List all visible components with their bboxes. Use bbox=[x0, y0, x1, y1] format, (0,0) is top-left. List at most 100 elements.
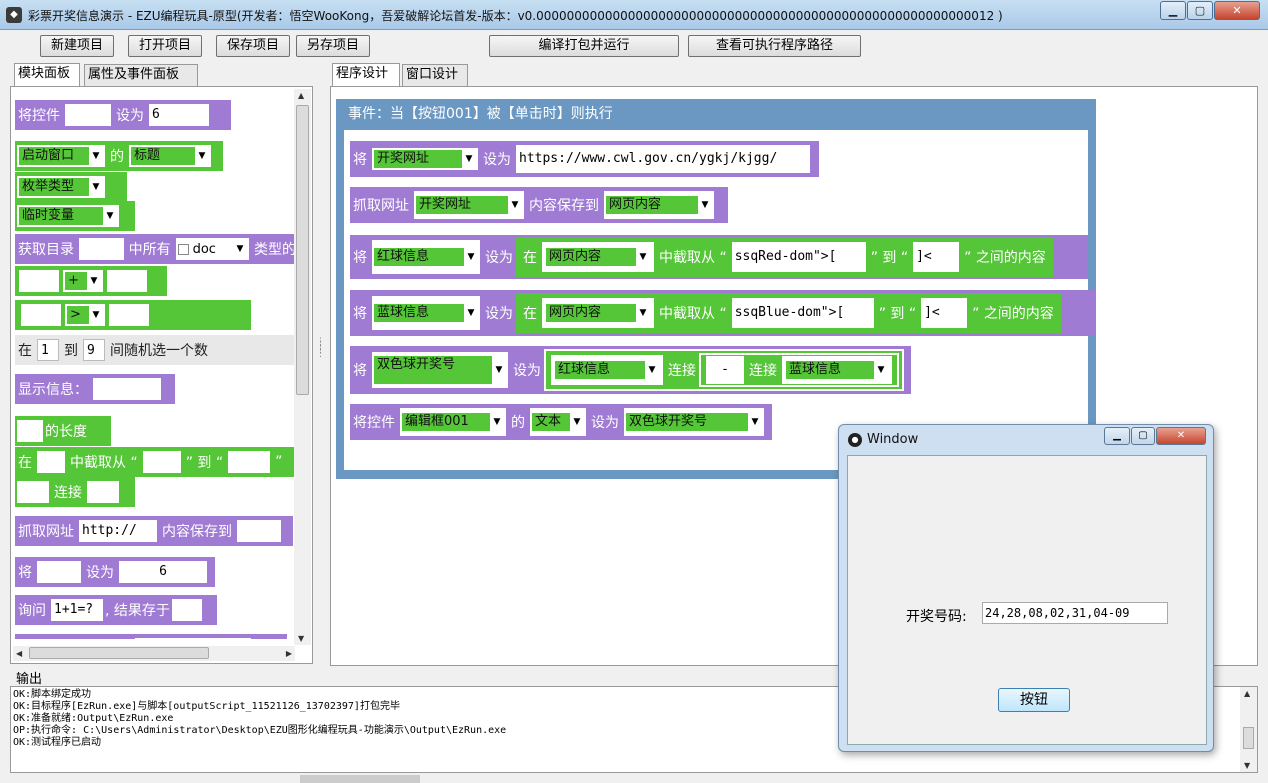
window-dropdown[interactable]: 启动窗口 ▼ bbox=[17, 145, 105, 167]
block-set-var[interactable]: 将 设为 6 bbox=[15, 557, 215, 587]
block-set-control[interactable]: 将控件 设为 6 bbox=[15, 100, 231, 130]
compare-dropdown[interactable]: > ▼ bbox=[65, 304, 105, 326]
save-as-button[interactable]: 另存项目 bbox=[296, 35, 370, 57]
stmt-set-url[interactable]: 将 开奖网址 ▼ 设为 https://www.cwl.gov.cn/ygkj/k… bbox=[350, 141, 819, 177]
open-project-button[interactable]: 打开项目 bbox=[128, 35, 202, 57]
panel-splitter[interactable]: ⋮ ⋮ ⋮ ⋮ bbox=[316, 338, 325, 380]
filetype-dropdown[interactable]: doc ▼ bbox=[175, 238, 249, 260]
result-input[interactable] bbox=[171, 599, 202, 621]
output-scrollbar[interactable]: ▲ ▼ bbox=[1240, 687, 1257, 772]
url-var-dropdown[interactable]: 开奖网址 ▼ bbox=[414, 191, 524, 219]
scroll-up-icon[interactable]: ▲ bbox=[298, 91, 304, 100]
block-length[interactable]: 的长度 bbox=[15, 416, 111, 446]
tab-window-design[interactable]: 窗口设计 bbox=[402, 64, 468, 86]
block-property[interactable]: 启动窗口 ▼ 的 标题 ▼ bbox=[15, 141, 223, 171]
operand-input[interactable] bbox=[107, 270, 147, 292]
scroll-thumb[interactable] bbox=[29, 647, 209, 659]
separator-input[interactable]: - bbox=[706, 356, 744, 384]
compile-run-button[interactable]: 编译打包并运行 bbox=[489, 35, 679, 57]
value-input[interactable]: 6 bbox=[119, 561, 207, 583]
scroll-thumb[interactable] bbox=[1243, 727, 1254, 749]
right-input[interactable] bbox=[87, 481, 119, 503]
var-dropdown[interactable]: 开奖网址 ▼ bbox=[372, 148, 478, 170]
control-dropdown[interactable]: 编辑框001 ▼ bbox=[400, 408, 506, 436]
left-vertical-scrollbar[interactable]: ▲ ▼ bbox=[294, 89, 311, 645]
red-var-dropdown[interactable]: 红球信息 ▼ bbox=[551, 355, 663, 385]
end-marker-input[interactable]: ]< bbox=[913, 242, 960, 272]
enum-dropdown[interactable]: 枚举类型 ▼ bbox=[17, 176, 105, 198]
source-dropdown[interactable]: 网页内容 ▼ bbox=[542, 298, 654, 328]
block-concat[interactable]: 连接 bbox=[15, 477, 135, 507]
question-input[interactable]: 1+1=? bbox=[51, 599, 103, 621]
stmt-extract-red[interactable]: 将 红球信息 ▼ 设为 在 网页内容 ▼ 中截取从 “ ssqRed-dom">[ … bbox=[350, 235, 1088, 279]
scroll-up-icon[interactable]: ▲ bbox=[1244, 689, 1250, 698]
var-input[interactable] bbox=[37, 561, 81, 583]
start-marker-input[interactable]: ssqBlue-dom">[ bbox=[731, 298, 874, 328]
value-dropdown[interactable]: 双色球开奖号 ▼ bbox=[624, 408, 764, 436]
block-random[interactable]: 在 1 到 9 间随机选一个数 bbox=[15, 335, 297, 365]
scroll-right-icon[interactable]: ▶ bbox=[286, 649, 292, 658]
block-substring[interactable]: 在 中截取从 “ ” 到 “ ” bbox=[15, 447, 297, 477]
block-enum[interactable]: 枚举类型 ▼ bbox=[15, 172, 127, 202]
partial-input[interactable] bbox=[135, 638, 251, 639]
start-input[interactable] bbox=[142, 451, 181, 473]
run-button[interactable]: 按钮 bbox=[998, 688, 1070, 712]
dir-input[interactable] bbox=[79, 238, 124, 260]
scroll-thumb[interactable] bbox=[296, 105, 309, 395]
stmt-extract-blue[interactable]: 将 蓝球信息 ▼ 设为 在 网页内容 ▼ 中截取从 “ ssqBlue-dom">[… bbox=[350, 290, 1096, 336]
scroll-down-icon[interactable]: ▼ bbox=[298, 634, 304, 643]
string-input[interactable] bbox=[17, 420, 43, 442]
minimize-button[interactable]: ▁ bbox=[1104, 427, 1130, 445]
operator-dropdown[interactable]: + ▼ bbox=[63, 270, 103, 292]
source-dropdown[interactable]: 网页内容 ▼ bbox=[542, 242, 654, 272]
var-dropdown[interactable]: 蓝球信息 ▼ bbox=[372, 296, 480, 330]
value-input[interactable]: 6 bbox=[149, 104, 209, 126]
blue-var-dropdown[interactable]: 蓝球信息 ▼ bbox=[782, 356, 892, 384]
block-show-info[interactable]: 显示信息： bbox=[15, 374, 175, 404]
tab-properties-events[interactable]: 属性及事件面板 bbox=[84, 64, 198, 86]
end-marker-input[interactable]: ]< bbox=[921, 298, 968, 328]
close-button[interactable]: ✕ bbox=[1156, 427, 1206, 445]
block-fetch-url[interactable]: 抓取网址 http:// 内容保存到 bbox=[15, 516, 293, 546]
save-project-button[interactable]: 保存项目 bbox=[216, 35, 290, 57]
checkbox[interactable] bbox=[177, 243, 189, 255]
block-math-op[interactable]: + ▼ bbox=[15, 266, 167, 296]
block-temp-var[interactable]: 临时变量 ▼ bbox=[15, 201, 135, 231]
block-partial[interactable] bbox=[15, 634, 287, 639]
inner-concat[interactable]: - 连接 蓝球信息 ▼ bbox=[699, 353, 899, 387]
block-compare[interactable]: > ▼ bbox=[15, 300, 251, 330]
variable-dropdown[interactable]: 临时变量 ▼ bbox=[17, 205, 119, 227]
target-input[interactable] bbox=[237, 520, 281, 542]
block-list-dir[interactable]: 获取目录 中所有 doc ▼ 类型的 bbox=[15, 234, 297, 264]
block-ask[interactable]: 询问 1+1=? , 结果存于 bbox=[15, 595, 217, 625]
stmt-concat-number[interactable]: 将 双色球开奖号 ▼ 设为 红球信息 ▼ 连接 - 连接 蓝球信息 ▼ bbox=[350, 346, 911, 394]
view-exe-path-button[interactable]: 查看可执行程序路径 bbox=[688, 35, 861, 57]
tab-program-design[interactable]: 程序设计 bbox=[332, 63, 400, 87]
number-field[interactable]: 24,28,08,02,31,04-09 bbox=[982, 602, 1168, 624]
var-dropdown[interactable]: 双色球开奖号 ▼ bbox=[372, 352, 508, 388]
close-button[interactable]: ✕ bbox=[1214, 1, 1260, 20]
concat-expr[interactable]: 红球信息 ▼ 连接 - 连接 蓝球信息 ▼ bbox=[544, 349, 904, 391]
property-dropdown[interactable]: 文本 ▼ bbox=[530, 408, 586, 436]
new-project-button[interactable]: 新建项目 bbox=[40, 35, 114, 57]
info-input[interactable] bbox=[93, 378, 161, 400]
maximize-button[interactable]: ▢ bbox=[1187, 1, 1213, 20]
url-input[interactable]: https://www.cwl.gov.cn/ygkj/kjgg/ bbox=[516, 145, 810, 173]
url-input[interactable]: http:// bbox=[79, 520, 157, 542]
left-input[interactable] bbox=[17, 481, 49, 503]
minimize-button[interactable]: ▁ bbox=[1160, 1, 1186, 20]
max-input[interactable]: 9 bbox=[83, 339, 105, 361]
end-input[interactable] bbox=[228, 451, 271, 473]
operand-input[interactable] bbox=[21, 304, 61, 326]
var-dropdown[interactable]: 红球信息 ▼ bbox=[372, 240, 480, 274]
operand-input[interactable] bbox=[19, 270, 59, 292]
control-input[interactable] bbox=[65, 104, 111, 126]
start-marker-input[interactable]: ssqRed-dom">[ bbox=[731, 242, 866, 272]
min-input[interactable]: 1 bbox=[37, 339, 59, 361]
operand-input[interactable] bbox=[109, 304, 149, 326]
left-horizontal-scrollbar[interactable]: ◀ ▶ bbox=[13, 646, 295, 661]
stmt-set-control[interactable]: 将控件 编辑框001 ▼ 的 文本 ▼ 设为 双色球开奖号 ▼ bbox=[350, 404, 772, 440]
scroll-left-icon[interactable]: ◀ bbox=[16, 649, 22, 658]
source-input[interactable] bbox=[37, 451, 65, 473]
substring-expr[interactable]: 在 网页内容 ▼ 中截取从 “ ssqBlue-dom">[ ” 到 “ ]< ”… bbox=[516, 293, 1061, 333]
